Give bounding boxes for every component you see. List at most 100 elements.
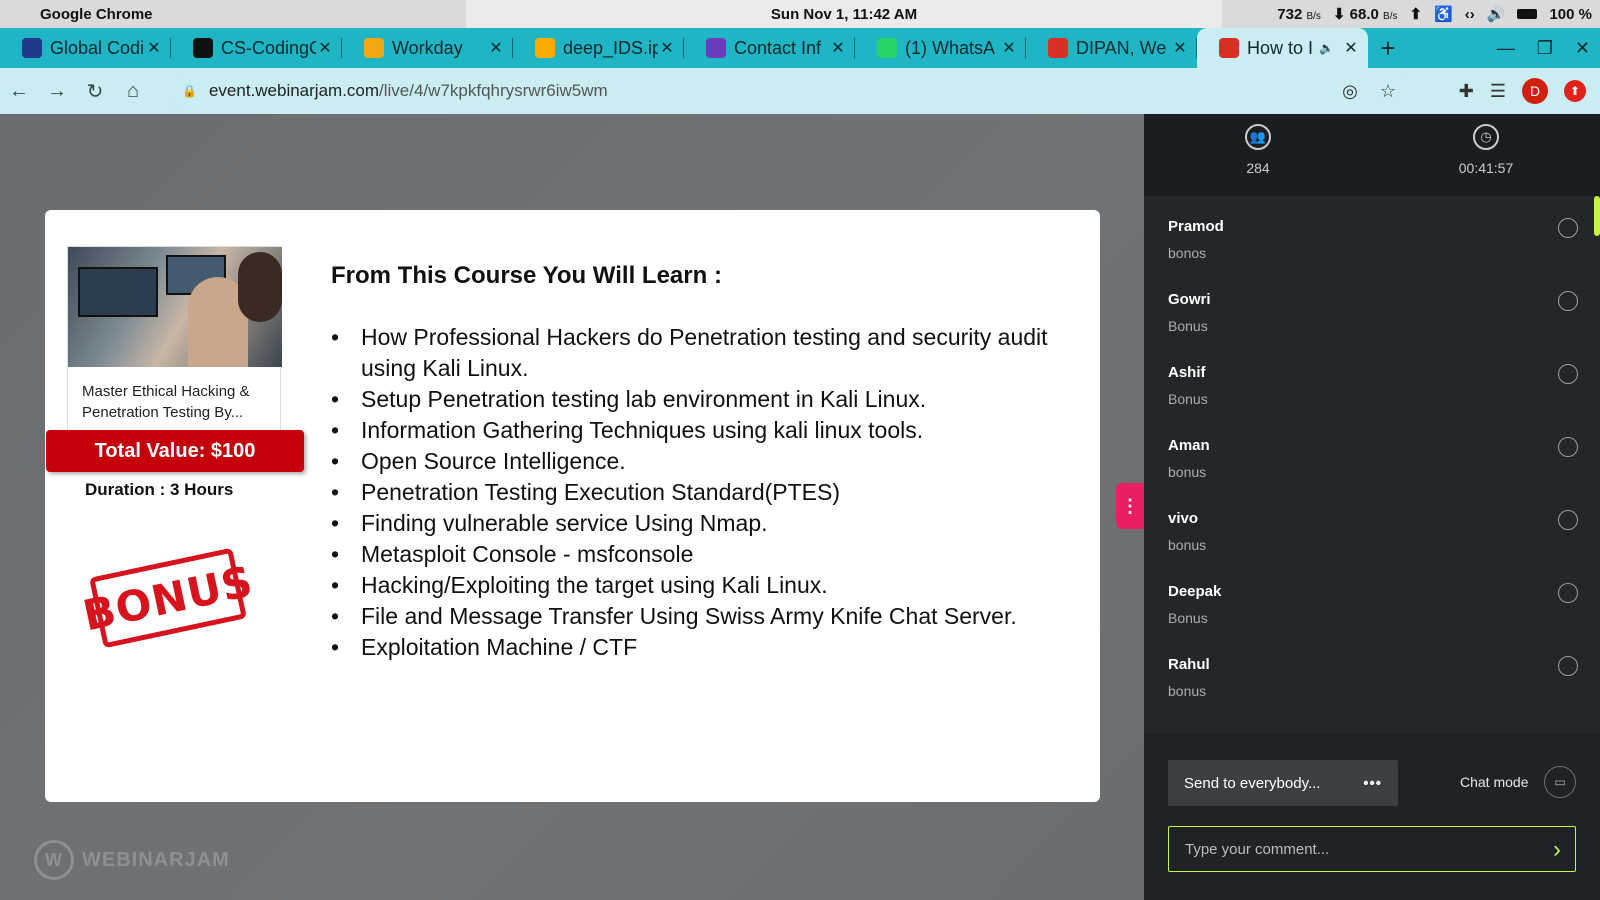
tab-close-icon[interactable]: ✕ — [658, 38, 676, 58]
back-icon[interactable]: ← — [0, 80, 38, 103]
github-icon — [193, 38, 213, 58]
volume-icon[interactable]: 🔊 — [1487, 5, 1506, 23]
media-queue-icon[interactable]: ☰ — [1490, 81, 1506, 102]
message-text: Bonus — [1168, 610, 1208, 626]
tab-title: deep_IDS.ip — [563, 37, 658, 58]
net-up-value: 732 — [1277, 5, 1303, 23]
omnibox-actions: ◎ ☆ — [1342, 81, 1396, 102]
browser-tab[interactable]: Workday ✕ — [342, 28, 513, 68]
address-bar[interactable]: 🔒 event.webinarjam.com/live/4/w7kpkfqhry… — [168, 74, 1412, 108]
browser-tab[interactable]: Contact Inf ✕ — [684, 28, 855, 68]
workday-icon — [364, 38, 384, 58]
chat-message: Rahul bonus — [1168, 656, 1578, 699]
send-arrow-icon[interactable]: › — [1553, 836, 1561, 864]
learn-item: Hacking/Exploiting the target using Kali… — [331, 570, 1081, 601]
message-author: Aman — [1168, 437, 1210, 454]
browser-tab[interactable]: (1) WhatsA ✕ — [855, 28, 1026, 68]
tab-close-icon[interactable]: ✕ — [316, 38, 334, 58]
browser-tab[interactable]: How to I 🔈 ✕ — [1197, 28, 1368, 68]
extension-area: ✚ ☰ D ⬆ — [1459, 78, 1586, 104]
tab-close-icon[interactable]: ✕ — [1171, 38, 1189, 58]
message-select-icon[interactable] — [1558, 437, 1578, 457]
battery-icon[interactable] — [1517, 9, 1538, 19]
net-down-value: 68.0 — [1349, 6, 1379, 23]
tab-close-icon[interactable]: ✕ — [829, 38, 847, 58]
message-text: bonos — [1168, 245, 1207, 261]
chat-scrollbar[interactable] — [1594, 196, 1600, 236]
upload-arrow-icon: ⬆ — [1409, 6, 1423, 23]
message-select-icon[interactable] — [1558, 364, 1578, 384]
bookmark-star-icon[interactable]: ☆ — [1380, 81, 1396, 102]
eye-off-icon[interactable]: ◎ — [1342, 81, 1358, 102]
tab-close-icon[interactable]: ✕ — [145, 38, 163, 58]
presentation-slide: Master Ethical Hacking & Penetration Tes… — [45, 210, 1100, 802]
net-down-stat: ⬇ 68.0 B/s — [1332, 6, 1398, 23]
chat-message: Pramod bonos — [1168, 218, 1578, 261]
tab-title: (1) WhatsA — [905, 37, 996, 58]
chat-messages[interactable]: Pramod bonos Gowri Bonus Ashif Bonus Aman bonus… — [1144, 196, 1600, 734]
update-icon[interactable]: ⬆ — [1564, 80, 1586, 102]
net-up-unit: B/s — [1306, 10, 1321, 22]
minimize-icon[interactable]: — — [1497, 38, 1515, 59]
message-text: bonus — [1168, 464, 1207, 480]
tab-title: CS-CodingC — [221, 37, 316, 58]
new-tab-button[interactable]: + — [1368, 33, 1408, 64]
total-value-banner: Total Value: $100 — [46, 430, 304, 472]
tab-title: Workday — [392, 37, 463, 58]
learn-item: How Professional Hackers do Penetration … — [331, 322, 1081, 384]
home-icon[interactable]: ⌂ — [114, 80, 152, 103]
tab-close-icon[interactable]: ✕ — [1000, 38, 1018, 58]
send-to-select[interactable]: Send to everybody... ••• — [1168, 760, 1398, 806]
browser-tab[interactable]: Global Codi ✕ — [0, 28, 171, 68]
browser-toolbar: ← → ↻ ⌂ 🔒 event.webinarjam.com/live/4/w7… — [0, 68, 1600, 114]
window-controls: — ❐ ✕ — [1497, 28, 1590, 68]
chat-mode-icon[interactable]: ▭ — [1544, 766, 1576, 798]
learn-item: Metasploit Console - msfconsole — [331, 539, 1081, 570]
message-select-icon[interactable] — [1558, 218, 1578, 238]
extensions-puzzle-icon[interactable]: ✚ — [1459, 81, 1474, 102]
message-select-icon[interactable] — [1558, 510, 1578, 530]
message-text: bonus — [1168, 683, 1207, 699]
watermark-text: WEBINARJAM — [82, 848, 230, 871]
browser-tab[interactable]: DIPAN, We ✕ — [1026, 28, 1197, 68]
restore-icon[interactable]: ❐ — [1537, 38, 1553, 59]
chat-message: vivo bonus — [1168, 510, 1578, 553]
code-icon[interactable]: ‹› — [1465, 6, 1475, 23]
app-name[interactable]: Google Chrome — [40, 6, 153, 23]
chat-mode-label: Chat mode — [1460, 774, 1529, 790]
lock-icon[interactable]: 🔒 — [182, 84, 197, 98]
tab-close-icon[interactable]: ✕ — [487, 38, 505, 58]
attendees-stat[interactable]: 👥 284 — [1144, 114, 1372, 196]
message-text: bonus — [1168, 537, 1207, 553]
learn-item: Finding vulnerable service Using Nmap. — [331, 508, 1081, 539]
tab-title: How to I — [1247, 37, 1314, 58]
profile-avatar[interactable]: D — [1522, 78, 1548, 104]
comment-input[interactable]: Type your comment... › — [1168, 826, 1576, 872]
side-menu-toggle[interactable]: ⋮ — [1116, 483, 1144, 529]
tab-close-icon[interactable]: ✕ — [1342, 38, 1360, 58]
webinarjam-logo-icon: W — [34, 840, 74, 880]
gmail-icon — [1048, 38, 1068, 58]
forward-icon[interactable]: → — [38, 80, 76, 103]
tab-title: Global Codi — [50, 37, 145, 58]
learn-item: Exploitation Machine / CTF — [331, 632, 1081, 663]
url-domain: event.webinarjam.com — [208, 81, 380, 100]
clock-icon: ◷ — [1473, 124, 1499, 150]
more-options-icon[interactable]: ••• — [1363, 775, 1382, 792]
message-author: Deepak — [1168, 583, 1222, 600]
message-select-icon[interactable] — [1558, 291, 1578, 311]
elapsed-stat[interactable]: ◷ 00:41:57 — [1372, 114, 1600, 196]
accessibility-icon[interactable]: ♿ — [1434, 5, 1453, 23]
audio-playing-icon[interactable]: 🔈 — [1319, 41, 1334, 55]
course-card: Master Ethical Hacking & Penetration Tes… — [67, 246, 282, 432]
browser-tab[interactable]: deep_IDS.ip ✕ — [513, 28, 684, 68]
course-name: Master Ethical Hacking & Penetration Tes… — [82, 383, 250, 421]
browser-tab[interactable]: CS-CodingC ✕ — [171, 28, 342, 68]
close-window-icon[interactable]: ✕ — [1575, 38, 1590, 59]
message-select-icon[interactable] — [1558, 656, 1578, 676]
message-select-icon[interactable] — [1558, 583, 1578, 603]
reload-icon[interactable]: ↻ — [76, 79, 114, 104]
message-author: Rahul — [1168, 656, 1210, 673]
webinarjam-watermark: W WEBINARJAM — [34, 840, 230, 880]
learn-list: How Professional Hackers do Penetration … — [331, 322, 1081, 663]
